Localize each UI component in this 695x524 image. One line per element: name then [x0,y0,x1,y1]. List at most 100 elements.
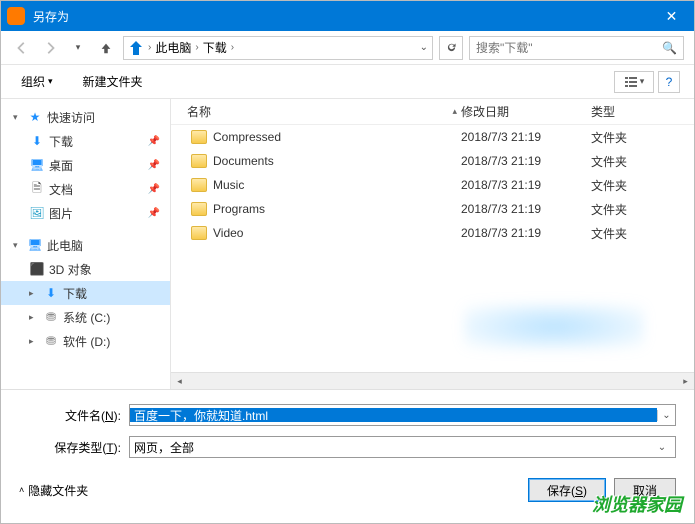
filename-field[interactable]: ⌄ [129,404,676,426]
tree-software-drive[interactable]: ▸⛃软件 (D:) [1,329,170,353]
folder-icon [191,226,207,240]
filetype-value: 网页，全部 [134,439,653,456]
tree-system-drive[interactable]: ▸⛃系统 (C:) [1,305,170,329]
file-name: Documents [213,154,274,168]
tree-downloads[interactable]: ⬇下载📌 [1,129,170,153]
scroll-right-icon[interactable]: ▸ [677,374,694,389]
chevron-down-icon: ▾ [640,76,645,87]
search-input[interactable] [476,41,662,55]
file-date: 2018/7/3 21:19 [461,178,591,192]
help-button[interactable]: ? [658,71,680,93]
filetype-dropdown[interactable]: ⌄ [653,442,671,453]
search-icon[interactable]: 🔍 [662,41,677,55]
window-title: 另存为 [33,8,649,25]
sort-asc-icon: ▴ [452,106,457,117]
filetype-field[interactable]: 网页，全部 ⌄ [129,436,676,458]
drive-icon: ⛃ [43,309,59,325]
folder-icon [191,154,207,168]
chevron-down-icon[interactable]: ⌄ [420,42,428,53]
title-bar: 另存为 ✕ [1,1,694,31]
folder-icon [191,202,207,216]
tree-desktop[interactable]: 🖥桌面📌 [1,153,170,177]
save-button[interactable]: 保存(S) [528,478,606,502]
col-type-header[interactable]: 类型 [591,103,694,120]
col-date-header[interactable]: 修改日期 [461,103,591,120]
file-pane: 名称▴ 修改日期 类型 Compressed2018/7/3 21:19文件夹D… [171,99,694,389]
new-folder-button[interactable]: 新建文件夹 [77,69,149,94]
tree-downloads-pc[interactable]: ▸⬇下载 [1,281,170,305]
file-row[interactable]: Video2018/7/3 21:19文件夹 [171,221,694,245]
list-view-icon [624,76,638,88]
document-icon: 🗎 [29,181,45,197]
collapse-icon: ▾ [13,240,23,251]
recent-dropdown[interactable]: ▾ [67,37,89,59]
file-name: Programs [213,202,265,216]
file-type: 文件夹 [591,153,694,170]
download-icon: ⬇ [43,285,59,301]
close-button[interactable]: ✕ [649,1,694,31]
pin-icon: 📌 [148,208,160,219]
collapse-icon: ▾ [13,112,23,123]
file-type: 文件夹 [591,201,694,218]
breadcrumb-root[interactable]: 此电脑 [155,39,191,56]
horizontal-scrollbar[interactable]: ◂ ▸ [171,372,694,389]
file-type: 文件夹 [591,177,694,194]
toolbar: 组织 ▾ 新建文件夹 ▾ ? [1,65,694,99]
chevron-right-icon[interactable]: › [229,42,236,53]
location-icon [128,40,144,56]
file-date: 2018/7/3 21:19 [461,202,591,216]
hide-folders-toggle[interactable]: ˄隐藏文件夹 [19,482,88,499]
filename-dropdown[interactable]: ⌄ [657,410,675,421]
file-type: 文件夹 [591,129,694,146]
file-row[interactable]: Compressed2018/7/3 21:19文件夹 [171,125,694,149]
back-button[interactable] [11,37,33,59]
scroll-left-icon[interactable]: ◂ [171,374,188,389]
scroll-track[interactable] [188,374,677,389]
up-button[interactable] [95,37,117,59]
organize-button[interactable]: 组织 ▾ [15,69,59,94]
tree-this-pc[interactable]: ▾🖥此电脑 [1,233,170,257]
tree-pictures[interactable]: 🖼图片📌 [1,201,170,225]
app-icon [7,7,25,25]
filename-input[interactable] [130,408,657,422]
file-name: Compressed [213,130,281,144]
pc-icon: 🖥 [27,237,43,253]
chevron-down-icon: ▾ [48,76,53,87]
pin-icon: 📌 [148,160,160,171]
column-headers: 名称▴ 修改日期 类型 [171,99,694,125]
address-bar: ▾ › 此电脑 › 下载 › ⌄ 🔍 [1,31,694,65]
file-row[interactable]: Programs 2018/7/3 21:19文件夹 [171,197,694,221]
dialog-footer: ˄隐藏文件夹 保存(S) 取消 [1,474,694,512]
blurred-region [464,304,644,349]
desktop-icon: 🖥 [29,157,45,173]
file-row[interactable]: Music 2018/7/3 21:19文件夹 [171,173,694,197]
view-options-button[interactable]: ▾ [614,71,654,93]
pictures-icon: 🖼 [29,205,45,221]
file-date: 2018/7/3 21:19 [461,154,591,168]
expand-icon: ▸ [29,312,39,323]
tree-documents[interactable]: 🗎文档📌 [1,177,170,201]
forward-button[interactable] [39,37,61,59]
search-box[interactable]: 🔍 [469,36,684,60]
file-name: Music [213,178,244,192]
file-row[interactable]: Documents 2018/7/3 21:19文件夹 [171,149,694,173]
nav-tree: ▾★快速访问 ⬇下载📌 🖥桌面📌 🗎文档📌 🖼图片📌 ▾🖥此电脑 ⬛3D 对象 … [1,99,171,389]
pin-icon: 📌 [148,184,160,195]
refresh-button[interactable] [439,36,463,60]
chevron-right-icon[interactable]: › [146,42,153,53]
star-icon: ★ [27,109,43,125]
file-name: Video [213,226,243,240]
main-area: ▾★快速访问 ⬇下载📌 🖥桌面📌 🗎文档📌 🖼图片📌 ▾🖥此电脑 ⬛3D 对象 … [1,99,694,389]
breadcrumb[interactable]: › 此电脑 › 下载 › ⌄ [123,36,433,60]
col-name-header[interactable]: 名称▴ [171,103,461,120]
pin-icon: 📌 [148,136,160,147]
tree-quick-access[interactable]: ▾★快速访问 [1,105,170,129]
expand-icon: ▸ [29,336,39,347]
breadcrumb-current[interactable]: 下载 [203,39,227,56]
filename-label: 文件名(N): [19,407,129,424]
file-type: 文件夹 [591,225,694,242]
chevron-right-icon[interactable]: › [193,42,200,53]
cancel-button[interactable]: 取消 [614,478,676,502]
folder-icon [191,130,207,144]
tree-3d-objects[interactable]: ⬛3D 对象 [1,257,170,281]
